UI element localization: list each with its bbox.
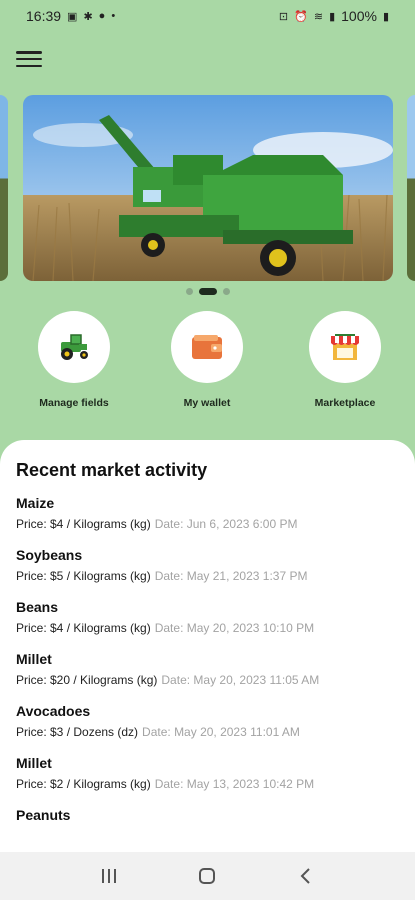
activity-item[interactable]: Beans Price: $4 / Kilograms (kg) Date: Ma… <box>16 599 399 635</box>
gallery-icon: ▣ <box>67 10 78 23</box>
action-label: Manage fields <box>39 397 109 409</box>
action-label: Marketplace <box>314 397 376 409</box>
home-button[interactable] <box>187 856 227 896</box>
crop-price: Price: $20 / Kilograms (kg) <box>16 673 158 687</box>
carousel-indicator <box>0 288 415 295</box>
menu-icon[interactable] <box>16 48 42 70</box>
crop-price: Price: $3 / Dozens (dz) <box>16 725 139 739</box>
activity-item[interactable]: Millet Price: $20 / Kilograms (kg) Date: … <box>16 651 399 687</box>
crop-price: Price: $4 / Kilograms (kg) <box>16 517 151 531</box>
crop-name: Peanuts <box>16 807 71 823</box>
activity-item[interactable]: Peanuts <box>16 807 399 823</box>
carousel-prev-slide[interactable] <box>0 95 8 281</box>
crop-name: Soybeans <box>16 547 83 563</box>
crop-price: Price: $2 / Kilograms (kg) <box>16 777 151 791</box>
crop-price: Price: $4 / Kilograms (kg) <box>16 621 151 635</box>
recent-apps-button[interactable] <box>89 856 129 896</box>
carousel-dot[interactable] <box>185 288 193 295</box>
crop-price: Price: $5 / Kilograms (kg) <box>16 569 151 583</box>
tractor-icon <box>38 311 110 383</box>
activity-item[interactable]: Maize Price: $4 / Kilograms (kg) Date: Ju… <box>16 495 399 531</box>
wifi-icon: ≋ <box>313 10 324 23</box>
back-icon <box>300 868 310 884</box>
activity-item[interactable]: Avocadoes Price: $3 / Dozens (dz) Date: M… <box>16 703 399 739</box>
marketplace-button[interactable]: Marketplace <box>290 311 400 409</box>
signal-icon: ▮ <box>329 10 336 23</box>
carousel-next-slide[interactable] <box>407 95 415 281</box>
activity-date: Date: May 20, 2023 10:10 PM <box>154 621 315 635</box>
crop-name: Maize <box>16 495 55 511</box>
market-stall-icon <box>309 311 381 383</box>
crop-name: Avocadoes <box>16 703 91 719</box>
recent-activity-panel[interactable]: Recent market activity Maize Price: $4 /… <box>0 440 415 860</box>
battery-icon: ▮ <box>382 10 389 23</box>
recent-apps-icon <box>102 869 117 883</box>
manage-fields-button[interactable]: Manage fields <box>19 311 129 409</box>
my-wallet-button[interactable]: My wallet <box>152 311 262 409</box>
settings-icon: ✱ <box>83 10 93 23</box>
quick-actions: Manage fields My wallet Marketplace <box>0 311 415 421</box>
status-time: 16:39 <box>26 8 62 24</box>
activity-date: Date: May 13, 2023 10:42 PM <box>154 777 315 791</box>
alert-icon: ● <box>98 10 106 22</box>
activity-item[interactable]: Soybeans Price: $5 / Kilograms (kg) Date:… <box>16 547 399 583</box>
crop-name: Millet <box>16 755 52 771</box>
section-title: Recent market activity <box>16 460 208 480</box>
menu-bar <box>16 57 42 61</box>
activity-date: Date: Jun 6, 2023 6:00 PM <box>154 517 298 531</box>
menu-bar <box>16 64 42 67</box>
status-bar: 16:39 ▣ ✱ ● • ⊡ ⏰ ≋ ▮ 100% ▮ <box>0 0 415 32</box>
activity-item[interactable]: Millet Price: $2 / Kilograms (kg) Date: M… <box>16 755 399 791</box>
combine-harvester-photo <box>23 95 393 281</box>
activity-date: Date: May 20, 2023 11:05 AM <box>161 673 320 687</box>
action-label: My wallet <box>183 397 231 409</box>
carousel-dot-active[interactable] <box>198 288 217 295</box>
alarm-icon: ⏰ <box>294 10 308 23</box>
image-carousel[interactable] <box>0 95 415 283</box>
home-icon <box>199 868 216 884</box>
lock-icon: ⊡ <box>278 10 289 23</box>
back-button[interactable] <box>286 856 326 896</box>
battery-percent: 100% <box>341 8 377 24</box>
activity-date: Date: May 21, 2023 1:37 PM <box>154 569 308 583</box>
wallet-icon <box>171 311 243 383</box>
system-nav-bar <box>0 852 415 900</box>
menu-bar <box>16 51 42 54</box>
carousel-dot[interactable] <box>222 288 230 295</box>
carousel-slide-combine-harvester[interactable] <box>23 95 393 281</box>
notification-dot: • <box>111 10 116 22</box>
activity-date: Date: May 20, 2023 11:01 AM <box>142 725 300 739</box>
crop-name: Beans <box>16 599 59 615</box>
crop-name: Millet <box>16 651 52 667</box>
